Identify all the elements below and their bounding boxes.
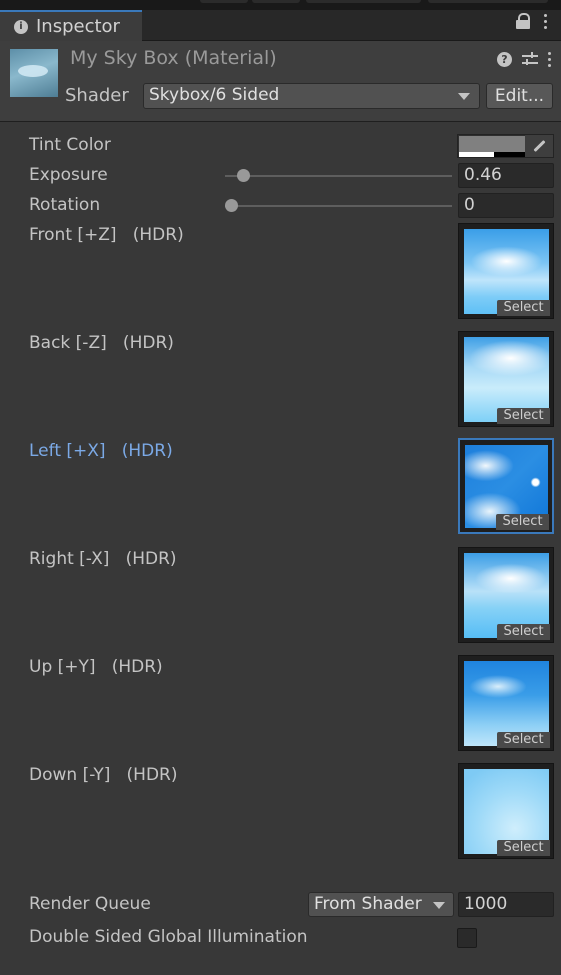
texture-label-right: Right [-X] (HDR) <box>29 549 177 569</box>
tab-menu-icon[interactable] <box>544 13 547 29</box>
toolbar-segment <box>306 0 421 3</box>
texture-slot-right[interactable]: Select <box>458 547 554 643</box>
exposure-input[interactable]: 0.46 <box>458 163 554 188</box>
tint-color-label: Tint Color <box>29 135 111 155</box>
texture-label-front: Front [+Z] (HDR) <box>29 225 184 245</box>
material-thumbnail <box>10 49 58 97</box>
help-icon[interactable]: ? <box>497 51 512 67</box>
tab-title: Inspector <box>36 16 120 37</box>
render-queue-mode: From Shader <box>314 894 422 914</box>
rotation-input[interactable]: 0 <box>458 193 554 218</box>
select-button[interactable]: Select <box>496 514 549 530</box>
texture-label-left: Left [+X] (HDR) <box>29 441 173 461</box>
exposure-slider-handle[interactable] <box>237 169 250 182</box>
shader-label: Shader <box>65 85 129 106</box>
alpha-bar <box>494 152 525 157</box>
texture-slot-up[interactable]: Select <box>458 655 554 751</box>
toolbar-segment <box>252 0 300 3</box>
rotation-slider-track[interactable] <box>225 205 452 207</box>
texture-slot-left[interactable]: Select <box>458 438 554 534</box>
eyedropper-icon[interactable] <box>525 135 553 157</box>
exposure-label: Exposure <box>29 165 108 185</box>
alpha-bar <box>459 152 494 157</box>
top-strip <box>0 0 561 10</box>
render-queue-label: Render Queue <box>29 894 151 914</box>
rotation-label: Rotation <box>29 195 101 215</box>
texture-slot-back[interactable]: Select <box>458 331 554 427</box>
texture-label-down: Down [-Y] (HDR) <box>29 765 178 785</box>
lock-icon[interactable] <box>516 13 530 29</box>
render-queue-input[interactable]: 1000 <box>458 892 554 917</box>
chevron-down-icon <box>433 902 445 909</box>
dsgi-checkbox[interactable] <box>457 928 477 948</box>
select-button[interactable]: Select <box>497 408 550 424</box>
tab-bar: i Inspector <box>0 10 561 41</box>
material-header: My Sky Box (Material) ? Shader Skybox/6 … <box>0 41 561 122</box>
shader-value: Skybox/6 Sided <box>149 85 280 105</box>
edit-shader-button[interactable]: Edit... <box>486 83 553 109</box>
select-button[interactable]: Select <box>497 840 550 856</box>
select-button[interactable]: Select <box>497 732 550 748</box>
rotation-slider-handle[interactable] <box>225 199 238 212</box>
toolbar-segment <box>200 0 248 3</box>
render-queue-dropdown[interactable]: From Shader <box>308 892 454 917</box>
texture-label-back: Back [-Z] (HDR) <box>29 333 174 353</box>
exposure-slider-track[interactable] <box>225 175 452 177</box>
select-button[interactable]: Select <box>497 624 550 640</box>
toolbar-segment <box>428 0 548 3</box>
tint-color-field[interactable] <box>457 134 554 158</box>
preset-icon[interactable] <box>522 51 538 67</box>
texture-slot-front[interactable]: Select <box>458 223 554 319</box>
component-menu-icon[interactable] <box>548 51 551 67</box>
chevron-down-icon <box>458 93 470 100</box>
select-button[interactable]: Select <box>497 300 550 316</box>
material-title: My Sky Box (Material) <box>70 47 277 69</box>
texture-slot-down[interactable]: Select <box>458 763 554 859</box>
info-icon: i <box>14 19 28 34</box>
texture-label-up: Up [+Y] (HDR) <box>29 657 163 677</box>
tab-inspector[interactable]: i Inspector <box>0 10 142 41</box>
shader-dropdown[interactable]: Skybox/6 Sided <box>143 83 480 109</box>
tint-color-swatch <box>459 136 525 152</box>
dsgi-label: Double Sided Global Illumination <box>29 927 308 947</box>
